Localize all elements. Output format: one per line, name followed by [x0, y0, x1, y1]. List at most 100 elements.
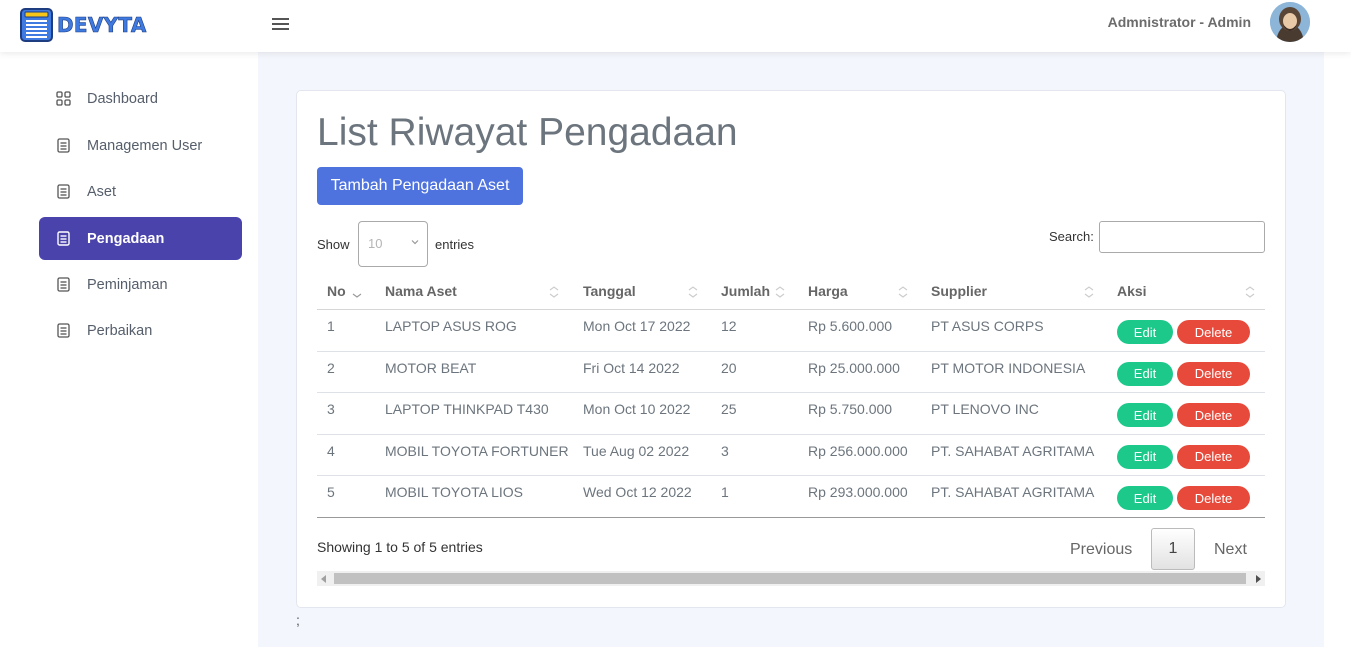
sidebar-item-label: Aset [87, 183, 117, 200]
cell-supplier: PT LENOVO INC [931, 401, 1039, 418]
sidebar-item-label: Managemen User [87, 137, 203, 154]
sidebar-item-label: Pengadaan [87, 230, 165, 247]
sidebar: Dashboard Managemen User Aset Pengadaan [0, 52, 258, 647]
cell-supplier: PT MOTOR INDONESIA [931, 359, 1086, 376]
column-header-no[interactable]: No [327, 283, 346, 299]
document-icon [55, 184, 71, 200]
cell-no: 1 [327, 318, 335, 334]
sidebar-item-pengadaan[interactable]: Pengadaan [39, 217, 242, 260]
pagination-previous-button[interactable]: Previous [1070, 541, 1132, 559]
document-icon [55, 231, 71, 247]
delete-button[interactable]: Delete [1177, 403, 1250, 428]
sort-icon[interactable] [1083, 285, 1095, 299]
table-body: 1 LAPTOP ASUS ROG Mon Oct 17 2022 1 2 Rp … [317, 310, 1265, 518]
sidebar-item-aset[interactable]: Aset [39, 170, 242, 213]
cell-tanggal: Mon Oct 10 2022 [583, 401, 691, 418]
cell-jumlah: 1 [721, 484, 729, 501]
cell-supplier: PT. SAHABAT AGRITAMA [931, 484, 1095, 501]
add-pengadaan-button[interactable]: Tambah Pengadaan Aset [317, 167, 523, 205]
edit-button[interactable]: Edit [1117, 403, 1173, 428]
brand-name: DEVYTA [57, 13, 147, 38]
cell-harga: Rp 25.000.000 [808, 359, 900, 376]
cell-jumlah: 20 [721, 359, 737, 376]
sidebar-item-managemen-user[interactable]: Managemen User [39, 124, 242, 167]
pengadaan-card: List Riwayat Pengadaan Tambah Pengadaan … [296, 90, 1286, 608]
cell-jumlah: 25 [721, 401, 737, 418]
sidebar-item-label: Perbaikan [87, 322, 153, 339]
delete-button[interactable]: Delete [1177, 486, 1250, 511]
table-row: 1 LAPTOP ASUS ROG Mon Oct 17 2022 12 Rp … [317, 310, 1265, 352]
edit-button[interactable]: Edit [1117, 486, 1173, 511]
sidebar-item-dashboard[interactable]: Dashboard [39, 77, 242, 120]
footer-text: ; [296, 612, 300, 628]
edit-button[interactable]: Edit [1117, 444, 1173, 469]
cell-no: 4 [327, 442, 335, 459]
chevron-down-icon [411, 240, 419, 245]
search-label: Search: [1049, 229, 1094, 244]
user-name-label[interactable]: Admnistrator - Admin [1108, 14, 1251, 30]
sidebar-item-label: Peminjaman [87, 276, 168, 293]
table-row: 5 MOBIL TOYOTA LIOS Wed Oct 12 2022 1 Rp… [317, 476, 1265, 518]
cell-no: 2 [327, 359, 335, 376]
cell-harga: Rp 5.750.000 [808, 401, 893, 418]
search-input[interactable] [1099, 221, 1265, 253]
column-header-aksi: Aksi [1117, 283, 1147, 299]
user-avatar[interactable] [1270, 2, 1310, 42]
sidebar-item-peminjaman[interactable]: Peminjaman [39, 263, 242, 306]
cell-nama-aset: LAPTOP ASUS ROG [385, 318, 517, 334]
cell-harga: Rp 256.000.000 [808, 442, 908, 459]
document-icon [55, 138, 71, 154]
edit-button[interactable]: Edit [1117, 361, 1173, 386]
edit-button[interactable]: Edit [1117, 320, 1173, 344]
entries-per-page-select[interactable]: 10 [358, 221, 428, 267]
scroll-right-icon[interactable] [1256, 575, 1261, 583]
menu-toggle-icon[interactable] [272, 15, 292, 33]
cell-nama-aset: LAPTOP THINKPAD T430 [385, 401, 549, 418]
sort-icon[interactable] [687, 285, 699, 299]
table-row: 3 LAPTOP THINKPAD T430 Mon Oct 10 2022 2… [317, 393, 1265, 435]
brand-logo[interactable]: DEVYTA [20, 7, 147, 43]
column-header-supplier[interactable]: Supplier [931, 283, 987, 299]
cell-tanggal: Wed Oct 12 2022 [583, 484, 692, 501]
cell-nama-aset: MOBIL TOYOTA LIOS [385, 484, 523, 501]
cell-tanggal: Tue Aug 02 2022 [583, 442, 690, 459]
sidebar-item-perbaikan[interactable]: Perbaikan [39, 309, 242, 352]
sort-icon[interactable] [548, 285, 560, 299]
column-header-nama-aset[interactable]: Nama Aset [385, 283, 457, 299]
delete-button[interactable]: Delete [1177, 361, 1250, 386]
right-margin [1324, 52, 1351, 647]
column-header-jumlah[interactable]: Jumlah [721, 283, 770, 299]
pagination-next-button[interactable]: Next [1214, 541, 1247, 559]
cell-jumlah: 3 [721, 442, 729, 459]
sort-desc-icon[interactable] [351, 285, 363, 299]
scrollbar-thumb[interactable] [334, 573, 1246, 584]
cell-supplier: PT ASUS CORPS [931, 318, 1044, 334]
top-navbar: DEVYTA Admnistrator - Admin [0, 0, 1351, 52]
delete-button[interactable]: Delete [1177, 444, 1250, 469]
column-header-harga[interactable]: Harga [808, 283, 848, 299]
page-title: List Riwayat Pengadaan [317, 111, 738, 154]
cell-no: 5 [327, 484, 335, 501]
pagination-page-1[interactable]: 1 [1151, 528, 1195, 570]
cell-tanggal: Mon Oct 17 2022 [583, 318, 691, 334]
cell-supplier: PT. SAHABAT AGRITAMA [931, 442, 1095, 459]
table-row: 4 MOBIL TOYOTA FORTUNER Tue Aug 02 2022 … [317, 435, 1265, 477]
building-icon [20, 8, 53, 42]
sort-icon[interactable] [774, 285, 786, 299]
cell-harga: Rp 293.000.000 [808, 484, 908, 501]
column-header-tanggal[interactable]: Tanggal [583, 283, 636, 299]
grid-icon [55, 91, 71, 107]
horizontal-scrollbar[interactable] [317, 571, 1265, 586]
table-row: 2 MOTOR BEAT Fri Oct 14 2022 20 Rp 25.00… [317, 352, 1265, 394]
cell-harga: Rp 5.600.000 [808, 318, 893, 334]
show-label: Show [317, 237, 350, 252]
scroll-left-icon[interactable] [321, 575, 326, 583]
cell-no: 3 [327, 401, 335, 418]
document-icon [55, 277, 71, 293]
sort-icon[interactable] [1244, 285, 1256, 299]
delete-button[interactable]: Delete [1177, 320, 1250, 344]
sidebar-item-label: Dashboard [87, 90, 158, 107]
sort-icon[interactable] [897, 285, 909, 299]
entries-select-value: 10 [368, 236, 383, 251]
table-header-row: No Nama Aset Tanggal Jumlah Harga Suppli… [317, 275, 1265, 310]
